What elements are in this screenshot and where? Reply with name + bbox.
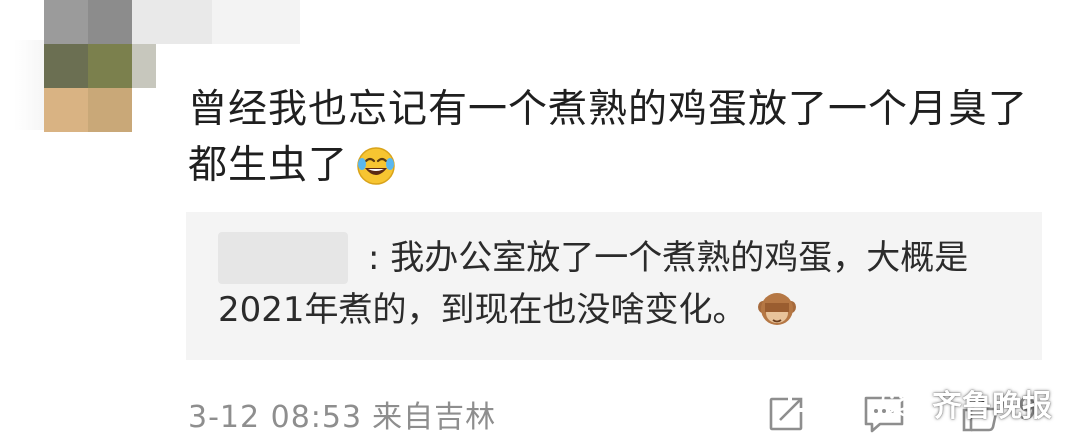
see-no-evil-monkey-icon [757,293,796,325]
laughing-tears-emoji-icon [357,147,395,185]
share-icon[interactable] [766,394,806,434]
watermark-text: 齐鲁晚报 [932,389,1052,424]
reply-separator: : [368,238,391,278]
comment-body: 曾经我也忘记有一个煮熟的鸡蛋放了一个月臭了都生虫了 [188,82,1028,194]
reply-body: : 我办公室放了一个煮熟的鸡蛋，大概是2021年煮的，到现在也没啥变化。 [218,232,1018,336]
source-location: 来自吉林 [372,400,497,435]
comment-meta: 3-12 08:53 来自吉林 [188,392,496,436]
wechat-logo-icon [881,386,923,418]
reply-box[interactable]: : 我办公室放了一个煮熟的鸡蛋，大概是2021年煮的，到现在也没啥变化。 [186,212,1042,360]
avatar[interactable] [44,0,212,132]
avatar-blur-edge [14,40,46,130]
watermark: 齐鲁晚报 [880,381,1052,425]
timestamp: 3-12 08:53 [188,400,363,435]
reply-text: 我办公室放了一个煮熟的鸡蛋，大概是2021年煮的，到现在也没啥变化。 [218,238,969,330]
comment-text: 曾经我也忘记有一个煮熟的鸡蛋放了一个月臭了都生虫了 [188,87,1029,188]
